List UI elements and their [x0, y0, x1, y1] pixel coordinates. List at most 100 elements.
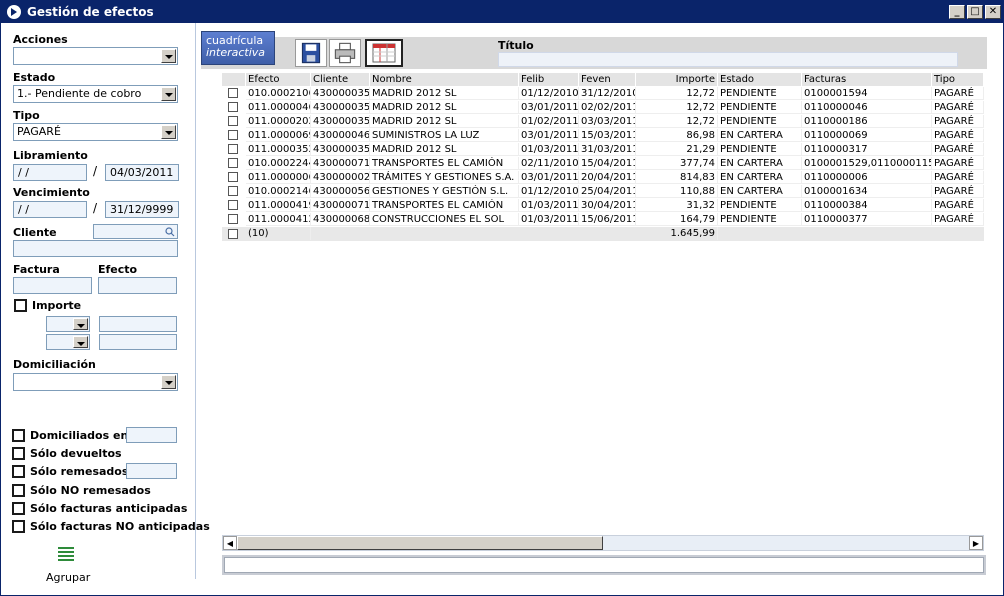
- grid-cell-efecto[interactable]: 011.0000419: [246, 199, 311, 212]
- grid-cell-feven[interactable]: 31/12/2010: [579, 87, 636, 100]
- grid-cell-efecto[interactable]: 010.0002244: [246, 157, 311, 170]
- domiciliados-field[interactable]: [126, 427, 177, 443]
- maximize-button[interactable]: □: [967, 5, 983, 19]
- grid-cell-efecto[interactable]: 011.0000412: [246, 213, 311, 226]
- grid-header-estado[interactable]: Estado: [718, 73, 802, 86]
- grid-cell-efecto[interactable]: 011.0000006: [246, 171, 311, 184]
- grid-cell-tipo[interactable]: PAGARÉ: [932, 199, 984, 212]
- chevron-down-icon[interactable]: [161, 375, 176, 389]
- facturas-no-anticipadas-checkbox[interactable]: [12, 520, 25, 533]
- grid-cell-efecto[interactable]: 011.0000069: [246, 129, 311, 142]
- grid-cell-tipo[interactable]: PAGARÉ: [932, 143, 984, 156]
- grid-cell-importe[interactable]: 377,74: [636, 157, 718, 170]
- grid-cell-tipo[interactable]: PAGARÉ: [932, 87, 984, 100]
- grid-cell-felib[interactable]: 03/01/2011: [519, 129, 579, 142]
- search-icon[interactable]: [165, 227, 175, 237]
- row-checkbox[interactable]: [228, 88, 238, 98]
- grid-cell-facturas[interactable]: 0110000317: [802, 143, 932, 156]
- grid-cell-nombre[interactable]: CONSTRUCCIONES EL SOL: [370, 213, 519, 226]
- grid-cell-feven[interactable]: 03/03/2011: [579, 115, 636, 128]
- acciones-select[interactable]: [13, 47, 178, 65]
- print-button[interactable]: [329, 39, 361, 67]
- grid-cell-efecto[interactable]: 011.0000352: [246, 143, 311, 156]
- grid-cell-feven[interactable]: 02/02/2011: [579, 101, 636, 114]
- importe-op-select-1[interactable]: [46, 316, 90, 332]
- grid-header-cliente[interactable]: Cliente: [311, 73, 370, 86]
- grid-cell-importe[interactable]: 12,72: [636, 115, 718, 128]
- importe-op-select-2[interactable]: [46, 334, 90, 350]
- grid-cell-nombre[interactable]: MADRID 2012 SL: [370, 143, 519, 156]
- grid-header-nombre[interactable]: Nombre: [370, 73, 519, 86]
- row-checkbox[interactable]: [228, 116, 238, 126]
- horizontal-scrollbar[interactable]: ◀ ▶: [222, 535, 984, 551]
- grid-cell-importe[interactable]: 86,98: [636, 129, 718, 142]
- scroll-right-button[interactable]: ▶: [969, 536, 983, 550]
- grid-cell-cliente[interactable]: 4300000353: [311, 87, 370, 100]
- chevron-down-icon[interactable]: [73, 336, 88, 348]
- row-checkbox[interactable]: [228, 172, 238, 182]
- row-checkbox[interactable]: [228, 144, 238, 154]
- row-checkbox[interactable]: [228, 158, 238, 168]
- estado-select[interactable]: 1.- Pendiente de cobro: [13, 85, 178, 103]
- grid-cell-importe[interactable]: 12,72: [636, 101, 718, 114]
- grid-cell-facturas[interactable]: 0110000046: [802, 101, 932, 114]
- chevron-down-icon[interactable]: [161, 87, 176, 101]
- row-checkbox[interactable]: [228, 186, 238, 196]
- vencimiento-from-field[interactable]: / /: [13, 201, 87, 218]
- importe-value-field-2[interactable]: [99, 334, 177, 350]
- grid-cell-estado[interactable]: PENDIENTE: [718, 101, 802, 114]
- agrupar-label[interactable]: Agrupar: [46, 571, 90, 584]
- grid-cell-cliente[interactable]: 4300000469: [311, 129, 370, 142]
- close-button[interactable]: ✕: [985, 5, 1001, 19]
- grid-cell-estado[interactable]: PENDIENTE: [718, 143, 802, 156]
- grid-cell-efecto[interactable]: 010.0002146: [246, 185, 311, 198]
- grid-cell-cliente[interactable]: 4300000353: [311, 115, 370, 128]
- grid-cell-facturas[interactable]: 0110000006: [802, 171, 932, 184]
- grid-cell-feven[interactable]: 25/04/2011: [579, 185, 636, 198]
- grid-header-importe[interactable]: Importe: [636, 73, 718, 86]
- grid-cell-nombre[interactable]: MADRID 2012 SL: [370, 115, 519, 128]
- grid-cell-feven[interactable]: 31/03/2011: [579, 143, 636, 156]
- no-remesados-checkbox[interactable]: [12, 484, 25, 497]
- scroll-left-button[interactable]: ◀: [223, 536, 237, 550]
- group-icon[interactable]: [58, 546, 74, 562]
- cliente-search-field[interactable]: [93, 224, 178, 239]
- row-checkbox[interactable]: [228, 102, 238, 112]
- grid-cell-facturas[interactable]: 0110000377: [802, 213, 932, 226]
- grid-cell-felib[interactable]: 01/03/2011: [519, 213, 579, 226]
- grid-cell-estado[interactable]: EN CARTERA: [718, 157, 802, 170]
- grid-cell-nombre[interactable]: SUMINISTROS LA LUZ: [370, 129, 519, 142]
- grid-cell-felib[interactable]: 02/11/2010: [519, 157, 579, 170]
- grid-cell-felib[interactable]: 01/03/2011: [519, 143, 579, 156]
- grid-cell-felib[interactable]: 01/12/2010: [519, 185, 579, 198]
- grid-cell-feven[interactable]: 15/03/2011: [579, 129, 636, 142]
- grid-cell-estado[interactable]: PENDIENTE: [718, 213, 802, 226]
- grid-cell-nombre[interactable]: TRÁMITES Y GESTIONES S.A.: [370, 171, 519, 184]
- grid-cell-felib[interactable]: 01/03/2011: [519, 199, 579, 212]
- grid-cell-feven[interactable]: 20/04/2011: [579, 171, 636, 184]
- grid-cell-tipo[interactable]: PAGARÉ: [932, 213, 984, 226]
- row-checkbox[interactable]: [228, 130, 238, 140]
- efecto-field[interactable]: [98, 277, 177, 294]
- grid-cell-facturas[interactable]: 0100001634: [802, 185, 932, 198]
- grid-cell-cliente[interactable]: 4300000567: [311, 185, 370, 198]
- grid-cell-tipo[interactable]: PAGARÉ: [932, 115, 984, 128]
- grid-cell-cliente[interactable]: 4300000353: [311, 143, 370, 156]
- chevron-down-icon[interactable]: [161, 125, 176, 139]
- domiciliados-checkbox[interactable]: [12, 429, 25, 442]
- grid-cell-tipo[interactable]: PAGARÉ: [932, 101, 984, 114]
- cliente-name-field[interactable]: [13, 240, 178, 257]
- grid-cell-felib[interactable]: 01/02/2011: [519, 115, 579, 128]
- minimize-button[interactable]: _: [949, 5, 965, 19]
- importe-checkbox[interactable]: [14, 299, 27, 312]
- grid-cell-estado[interactable]: PENDIENTE: [718, 199, 802, 212]
- grid-cell-estado[interactable]: PENDIENTE: [718, 115, 802, 128]
- grid-layout-button[interactable]: [365, 39, 403, 67]
- libramiento-to-field[interactable]: 04/03/2011: [105, 164, 179, 181]
- scroll-thumb[interactable]: [237, 536, 603, 550]
- grid-cell-nombre[interactable]: MADRID 2012 SL: [370, 101, 519, 114]
- factura-field[interactable]: [13, 277, 92, 294]
- remesados-field[interactable]: [126, 463, 177, 479]
- grid-cell-efecto[interactable]: 011.0000202: [246, 115, 311, 128]
- grid-cell-efecto[interactable]: 010.0002106: [246, 87, 311, 100]
